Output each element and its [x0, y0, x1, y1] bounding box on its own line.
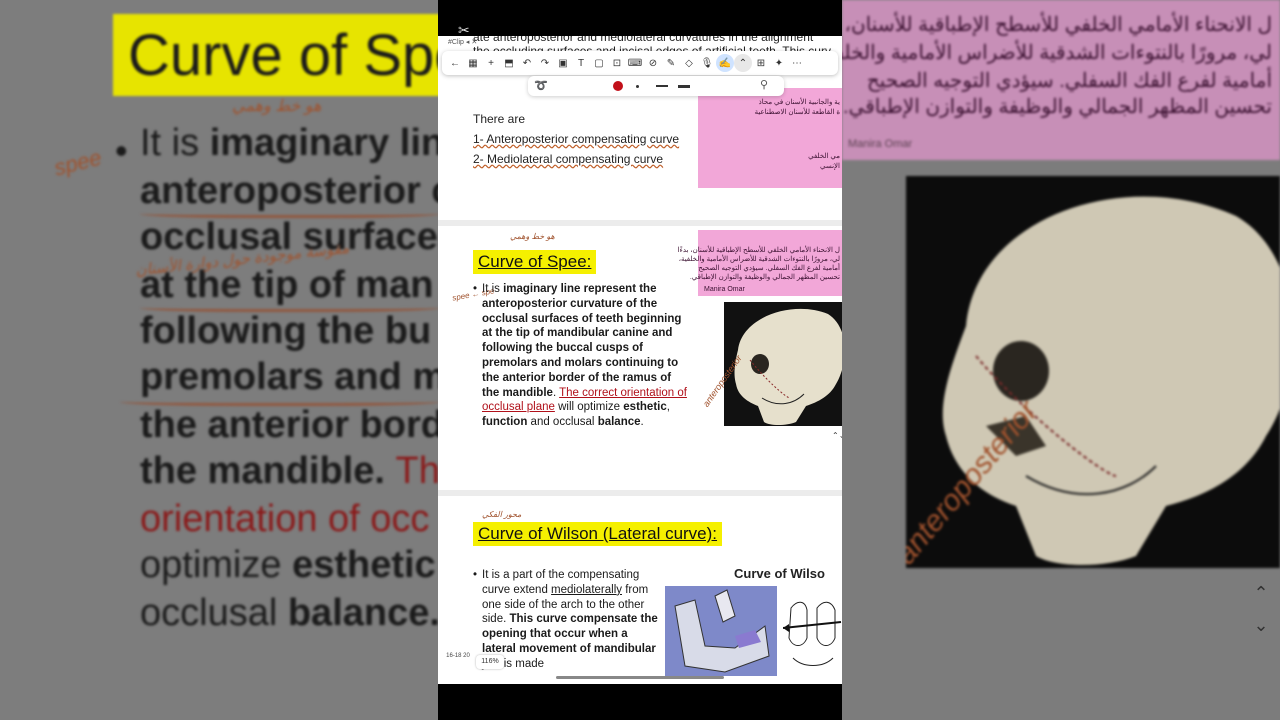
- scroll-up-icon[interactable]: ⌃: [1250, 582, 1272, 604]
- export-icon[interactable]: ⬒: [500, 54, 518, 72]
- figure-title: Curve of Wilso: [734, 566, 825, 581]
- add-icon[interactable]: +: [482, 54, 500, 72]
- pink-note-text: ل الانحناء الأمامي الخلفي للأسطح الإطباق…: [677, 247, 840, 254]
- bg-bullet: •: [115, 130, 128, 171]
- scroll-down-icon[interactable]: ⌄: [1250, 614, 1272, 636]
- mic-icon[interactable]: 🎙: [698, 54, 716, 72]
- handwriting-note: محور الفكي: [482, 510, 522, 519]
- image-icon[interactable]: ▣: [554, 54, 572, 72]
- bg-line: the anterior bord: [140, 404, 438, 446]
- back-icon[interactable]: ←: [446, 54, 464, 72]
- bg-line: orientation of occ: [140, 498, 430, 540]
- handwriting-note: هو خط وهمي: [510, 232, 555, 241]
- bg-arabic-line: لي، مرورًا بالنتوءات الشدقية للأضراس الأ…: [842, 42, 1272, 64]
- redo-icon[interactable]: ↷: [536, 54, 554, 72]
- bg-line: the mandible. Th: [140, 450, 438, 492]
- pink-note-signature: Manira Omar: [704, 286, 745, 293]
- collapse-icon[interactable]: ⌃: [734, 54, 752, 72]
- list-item: 1- Anteroposterior compensating curve: [473, 132, 680, 146]
- bg-arabic-line: أمامية لفرع الفك السفلي. سيؤدي التوجيه ا…: [866, 70, 1272, 92]
- right-blurred-background: ل الانحناء الأمامي الخلفي للأسطح الإطباق…: [842, 0, 1280, 720]
- pink-note-text: ة القاطعة للأسنان الاصطناعية: [754, 109, 840, 116]
- grid-icon[interactable]: ▦: [464, 54, 482, 72]
- bg-title: Curve of Spe: [128, 23, 438, 88]
- keyboard-icon[interactable]: ⌨: [626, 54, 644, 72]
- bg-signature: Manira Omar: [848, 138, 913, 150]
- more-icon[interactable]: ⋯: [788, 54, 806, 72]
- bg-line: optimize esthetic: [140, 544, 436, 586]
- bg-underline: [140, 208, 438, 218]
- page-counter: 16-18 20: [446, 653, 470, 659]
- pen-size-large[interactable]: [678, 85, 690, 88]
- text-icon[interactable]: T: [572, 54, 590, 72]
- bg-underline: [120, 396, 438, 406]
- pink-note: ل الانحناء الأمامي الخلفي للأسطح الإطباق…: [678, 230, 842, 296]
- lasso-icon[interactable]: ➰: [534, 79, 548, 92]
- undo-icon[interactable]: ↶: [518, 54, 536, 72]
- layers-icon[interactable]: ⊞: [752, 54, 770, 72]
- bg-line: It is imaginary lin: [140, 122, 438, 164]
- pink-note: ية والجانبية الأسنان في محاذ ة القاطعة ل…: [698, 88, 842, 188]
- curve-diagram: [782, 598, 842, 674]
- bg-line: anteroposterior c: [140, 170, 438, 212]
- pink-note-text: أمامية لفرع الفك السفلي. سيؤدي التوجيه ا…: [698, 265, 840, 272]
- bg-arabic-line: تحسين المظهر الجمالي والوظيفة والتوازن ا…: [842, 96, 1272, 118]
- video-frame: Curve of Spe • It is imaginary lin anter…: [0, 0, 1280, 720]
- page-2: هو خط وهمي Curve of Spee: spee ← spe • I…: [438, 226, 842, 490]
- pink-note-text: مي الخلفي: [808, 153, 840, 160]
- bg-underline: [140, 302, 438, 312]
- pen-size-medium[interactable]: [656, 85, 668, 87]
- zoom-level[interactable]: 116%: [476, 655, 504, 669]
- page-text: There are: [473, 112, 526, 126]
- highlighter-icon[interactable]: ✍: [716, 54, 734, 72]
- skull-photo: [724, 302, 842, 426]
- document-viewer[interactable]: ate anteroposterior and mediolateral cur…: [438, 36, 842, 684]
- annotation-toolbar: ← ▦ + ⬒ ↶ ↷ ▣ T ▢ ⊡ ⌨ ⊘ ✎ ◇ 🎙 ✍ ⌃ ⊞ ✦ ⋯: [442, 51, 838, 75]
- pen-icon[interactable]: ✎: [662, 54, 680, 72]
- pink-note-text: تحسين المظهر الجمالي والوظيفة والتوازن ا…: [689, 274, 840, 281]
- bg-arabic-line: ل الانحناء الأمامي الخلفي للأسطح الإطباق…: [842, 14, 1272, 36]
- pen-size-small[interactable]: [636, 85, 639, 88]
- bg-line: premolars and m: [140, 356, 438, 398]
- bg-handwriting: هو خط وهمي: [232, 98, 322, 115]
- bg-handwriting: spee: [51, 144, 104, 181]
- status-bar: #Clip ◂ ✕: [448, 39, 478, 46]
- left-blurred-background: Curve of Spe • It is imaginary lin anter…: [0, 0, 438, 720]
- page-text: ate anteroposterior and mediolateral cur…: [473, 36, 814, 44]
- pin-icon[interactable]: ⚲: [760, 78, 768, 91]
- stamp-icon[interactable]: ⊡: [608, 54, 626, 72]
- section-title-curve-of-spee: Curve of Spee:: [473, 250, 597, 274]
- list-item: 2- Mediolateral compensating curve: [473, 152, 664, 166]
- pink-note-text: لي، مرورًا بالنتوءات الشدقية للأضراس الأ…: [678, 256, 840, 263]
- link-icon[interactable]: ⊘: [644, 54, 662, 72]
- mandible-figure: [665, 586, 777, 676]
- pen-options-toolbar: ➰ ⚲: [528, 76, 784, 96]
- curve-of-spee-description: • It is imaginary line represent the ant…: [473, 283, 687, 429]
- bg-line: following the bu: [140, 310, 432, 352]
- bg-line: occlusal balance.: [140, 592, 438, 634]
- section-title-curve-of-wilson: Curve of Wilson (Lateral curve):: [473, 522, 723, 546]
- shape-icon[interactable]: ▢: [590, 54, 608, 72]
- phone-screen: ✂ ate anteroposterior and mediolateral c…: [438, 0, 842, 720]
- page-scroll-icon[interactable]: ⌃⌄: [832, 431, 842, 445]
- sparkle-icon[interactable]: ✦: [770, 54, 788, 72]
- home-indicator[interactable]: [556, 676, 724, 679]
- pink-note-text: ية والجانبية الأسنان في محاذ: [758, 99, 840, 106]
- pen-color-red[interactable]: [613, 81, 623, 91]
- pink-note-text: الإنسي: [820, 163, 840, 170]
- bg-skull-photo: anteroposterior: [906, 176, 1280, 568]
- eraser-icon[interactable]: ◇: [680, 54, 698, 72]
